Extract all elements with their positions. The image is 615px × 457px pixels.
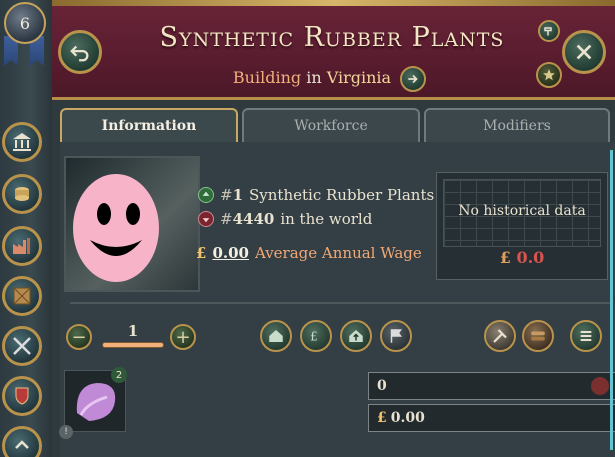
market-button[interactable] bbox=[2, 276, 42, 316]
crate-icon bbox=[13, 287, 31, 305]
close-icon bbox=[576, 44, 592, 60]
flag-button[interactable] bbox=[380, 320, 412, 352]
left-sidebar: 6 bbox=[0, 0, 52, 457]
rank-up-icon bbox=[198, 187, 214, 203]
house-plus-icon bbox=[269, 330, 283, 342]
rank-badge[interactable]: 6 bbox=[4, 2, 46, 44]
country-rank-label: Synthetic Rubber Plants bbox=[249, 186, 435, 204]
level-value: 1 bbox=[127, 322, 139, 340]
expand-building-button[interactable] bbox=[260, 320, 292, 352]
coins-icon bbox=[15, 187, 29, 201]
building-panel: Synthetic Rubber Plants Building in Virg… bbox=[52, 0, 615, 457]
employment-value: 0 bbox=[377, 378, 387, 394]
cash-symbol: £ bbox=[377, 410, 387, 426]
arrow-right-icon bbox=[408, 74, 418, 84]
page-title: Synthetic Rubber Plants bbox=[159, 22, 505, 53]
swords-icon bbox=[13, 337, 31, 355]
pound-plus-icon: £ bbox=[310, 330, 318, 344]
history-chart[interactable]: No historical data £ 0.0 bbox=[436, 172, 608, 280]
no-history-text: No historical data bbox=[458, 203, 586, 219]
favorite-button[interactable] bbox=[536, 62, 562, 88]
logs-button[interactable] bbox=[522, 320, 554, 352]
population-icon bbox=[591, 377, 609, 395]
flag-icon bbox=[390, 329, 402, 343]
hammer-icon bbox=[544, 27, 552, 36]
wage-line: £ 0.00 Average Annual Wage bbox=[196, 244, 422, 262]
cash-field[interactable]: £ 0.00 bbox=[368, 404, 615, 432]
svg-text:£: £ bbox=[310, 330, 318, 344]
pound-icon: £ bbox=[196, 244, 207, 262]
crest-icon bbox=[15, 387, 29, 405]
subsidize-button[interactable]: £ bbox=[300, 320, 332, 352]
production-button[interactable] bbox=[2, 226, 42, 266]
employment-field[interactable]: 0 bbox=[368, 372, 615, 400]
world-rank-line: #4440 in the world bbox=[198, 210, 372, 228]
production-method-button[interactable] bbox=[484, 320, 516, 352]
state-link[interactable]: Virginia bbox=[327, 68, 391, 87]
scrollbar[interactable] bbox=[610, 150, 613, 450]
panel-header: Synthetic Rubber Plants Building in Virg… bbox=[52, 0, 615, 100]
budget-button[interactable] bbox=[2, 174, 42, 214]
information-content: #1 Synthetic Rubber Plants #4440 in the … bbox=[59, 142, 615, 457]
government-button[interactable] bbox=[2, 122, 42, 162]
logs-icon bbox=[531, 331, 545, 341]
rank-level: 6 bbox=[19, 13, 31, 33]
close-button[interactable] bbox=[562, 30, 606, 74]
info-icon[interactable]: ! bbox=[59, 425, 73, 439]
government-icon bbox=[13, 133, 31, 151]
increase-button[interactable]: + bbox=[170, 324, 196, 350]
tab-information[interactable]: Information bbox=[60, 108, 238, 142]
good-count-badge: 2 bbox=[111, 367, 127, 383]
back-arrow-icon bbox=[70, 45, 89, 62]
section-divider bbox=[70, 302, 610, 304]
decrease-button[interactable]: − bbox=[66, 324, 92, 350]
more-button[interactable] bbox=[2, 426, 42, 457]
smiley-face-image bbox=[73, 174, 159, 282]
tools-icon bbox=[493, 329, 507, 343]
wage-label: Average Annual Wage bbox=[254, 244, 422, 262]
level-bar bbox=[102, 342, 164, 348]
country-rank: #1 bbox=[220, 186, 244, 204]
tab-modifiers[interactable]: Modifiers bbox=[424, 108, 610, 142]
diplomacy-button[interactable] bbox=[2, 376, 42, 416]
goto-state-button[interactable] bbox=[400, 66, 426, 92]
history-currency: £ bbox=[499, 248, 511, 267]
world-rank: #4440 bbox=[220, 210, 275, 228]
tab-bar: Information Workforce Modifiers bbox=[60, 108, 615, 144]
wage-value[interactable]: 0.00 bbox=[212, 244, 249, 262]
house-up-icon bbox=[349, 330, 363, 342]
output-good-slot[interactable]: 2 ! bbox=[59, 367, 127, 439]
subtitle-in: in bbox=[306, 68, 322, 87]
level-stepper: − 1 + bbox=[66, 322, 196, 352]
building-portrait bbox=[64, 156, 200, 292]
history-value: £ 0.0 bbox=[437, 248, 607, 267]
pin-button[interactable] bbox=[538, 20, 560, 42]
menu-icon bbox=[580, 331, 592, 341]
cash-value: 0.00 bbox=[390, 410, 425, 426]
rank-down-icon bbox=[198, 211, 214, 227]
menu-button[interactable] bbox=[570, 320, 602, 352]
up-icon bbox=[15, 440, 29, 449]
military-button[interactable] bbox=[2, 326, 42, 366]
history-amount: 0.0 bbox=[516, 248, 545, 267]
upgrade-button[interactable] bbox=[340, 320, 372, 352]
world-rank-label: in the world bbox=[280, 210, 373, 228]
tab-workforce[interactable]: Workforce bbox=[242, 108, 420, 142]
subtitle-type: Building bbox=[232, 68, 302, 87]
star-icon bbox=[543, 69, 555, 81]
factory-icon bbox=[13, 238, 30, 254]
country-rank-line: #1 Synthetic Rubber Plants bbox=[198, 186, 434, 204]
